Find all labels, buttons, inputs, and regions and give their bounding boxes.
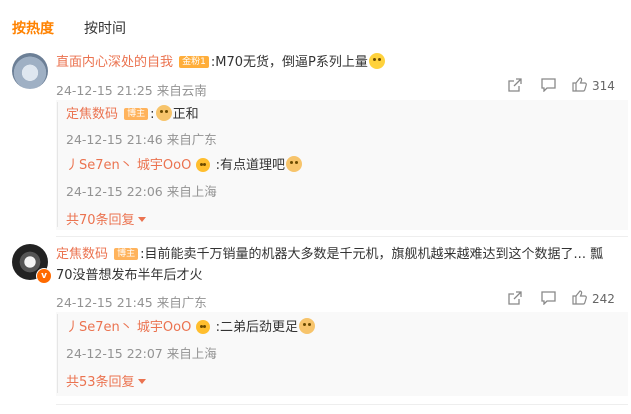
more-replies-link[interactable]: 共70条回复 — [66, 209, 146, 228]
share-icon[interactable] — [508, 291, 522, 305]
tab-by-time[interactable]: 按时间 — [84, 18, 126, 38]
comment-text: :M70无货，倒逼P系列上量 — [210, 55, 368, 70]
reply-author[interactable]: 定焦数码 — [66, 107, 118, 122]
fan-badge-icon — [196, 320, 211, 334]
comment-author[interactable]: 定焦数码 — [56, 247, 108, 262]
blogger-badge: 博主 — [114, 248, 139, 260]
reply-text-rest: 正和 — [172, 107, 199, 122]
reply-meta: 24-12-15 22:07 来自上海 — [66, 346, 217, 361]
blogger-badge: 博主 — [124, 108, 149, 120]
cat-emoji-icon — [155, 105, 172, 121]
reply-meta: 24-12-15 22:06 来自上海 — [66, 184, 217, 199]
reply-item: 定焦数码 博主: 正和 — [66, 105, 199, 124]
reply-text: :二弟后劲更足 — [215, 320, 298, 335]
like-count: 242 — [592, 292, 615, 306]
cat-emoji-icon — [298, 318, 315, 334]
laugh-emoji-icon — [368, 53, 385, 69]
reply-text: :有点道理吧 — [215, 158, 285, 173]
reply-item: 丿Se7en丶 城宇OoO :有点道理吧 — [66, 156, 303, 175]
comment-line: 直面内心深处的自我 金粉1:M70无货，倒逼P系列上量 — [56, 53, 386, 72]
comment-text: :目前能卖千万销量的机器大多数是千元机，旗舰机越来越难达到这个数据了... 瓢 — [140, 247, 604, 262]
chevron-down-icon — [137, 217, 146, 222]
reply-author[interactable]: 丿Se7en丶 城宇OoO — [66, 320, 191, 335]
like-icon[interactable] — [572, 77, 587, 92]
comment-icon[interactable] — [541, 78, 556, 92]
reply-divider — [57, 102, 58, 227]
comment-icon[interactable] — [541, 291, 556, 305]
reply-author[interactable]: 丿Se7en丶 城宇OoO — [66, 158, 191, 173]
cat-emoji-icon — [285, 156, 302, 172]
more-replies-label: 共53条回复 — [66, 375, 135, 390]
comment-author[interactable]: 直面内心深处的自我 — [56, 55, 173, 70]
comment-line: 定焦数码 博主:目前能卖千万销量的机器大多数是千元机，旗舰机越来越难达到这个数据… — [56, 246, 603, 264]
like-count: 314 — [592, 79, 615, 93]
share-icon[interactable] — [508, 78, 522, 92]
tab-by-hotness[interactable]: 按热度 — [12, 18, 54, 38]
avatar[interactable] — [12, 53, 48, 89]
comment-meta: 24-12-15 21:45 来自广东 — [56, 295, 207, 310]
comment-meta: 24-12-15 21:25 来自云南 — [56, 83, 207, 98]
more-replies-link[interactable]: 共53条回复 — [66, 371, 146, 390]
divider — [56, 404, 628, 405]
like-icon[interactable] — [572, 290, 587, 305]
fan-badge: 金粉1 — [179, 56, 209, 68]
verified-icon: v — [36, 268, 52, 284]
fan-badge-icon — [196, 158, 211, 172]
reply-meta: 24-12-15 21:46 来自广东 — [66, 132, 217, 147]
divider — [56, 236, 628, 237]
chevron-down-icon — [137, 379, 146, 384]
more-replies-label: 共70条回复 — [66, 213, 135, 228]
comment-text-continued: 70没普想发布半年后才火 — [56, 268, 203, 283]
reply-divider — [57, 314, 58, 393]
reply-item: 丿Se7en丶 城宇OoO :二弟后劲更足 — [66, 318, 316, 337]
reply-text: : — [150, 107, 155, 122]
